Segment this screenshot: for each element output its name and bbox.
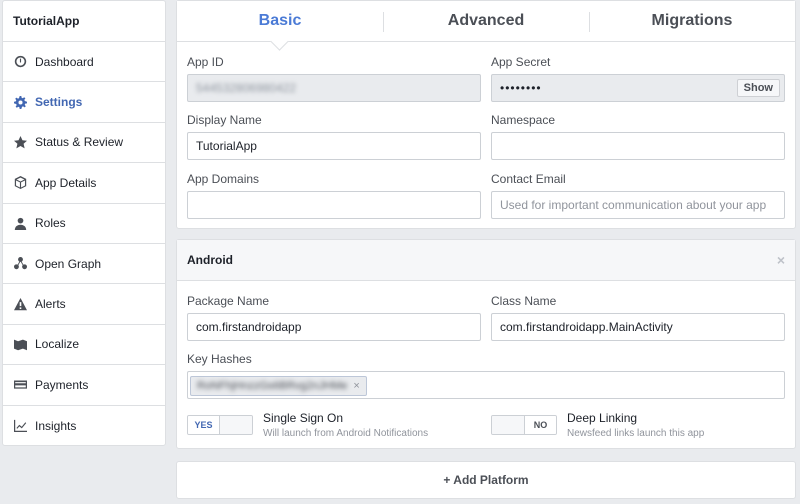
sidebar-item-dashboard[interactable]: Dashboard <box>3 42 165 83</box>
sidebar-item-app-details[interactable]: App Details <box>3 163 165 204</box>
sso-knob <box>220 416 252 434</box>
cube-icon <box>13 176 27 190</box>
tab-advanced[interactable]: Advanced <box>383 1 589 41</box>
namespace-label: Namespace <box>491 113 556 127</box>
settings-tabs: Basic Advanced Migrations <box>177 1 795 42</box>
key-hash-value: RoNFhjHnzzGs6BRvg2nJHMe <box>197 380 348 392</box>
map-icon <box>13 337 27 351</box>
package-name-field[interactable]: com.firstandroidapp <box>187 313 481 341</box>
class-name-field[interactable]: com.firstandroidapp.MainActivity <box>491 313 785 341</box>
sidebar-item-insights[interactable]: Insights <box>3 406 165 446</box>
sso-subtitle: Will launch from Android Notifications <box>263 428 429 439</box>
app-id-label: App ID <box>187 55 224 69</box>
star-icon <box>13 135 27 149</box>
app-secret-field[interactable]: •••••••• Show <box>491 74 785 102</box>
person-icon <box>13 216 27 230</box>
deep-linking-toggle[interactable]: NO <box>491 415 557 435</box>
android-title: Android <box>187 253 233 267</box>
sidebar-item-label: Dashboard <box>35 54 94 69</box>
sidebar-item-label: Open Graph <box>35 256 102 271</box>
class-name-label: Class Name <box>491 294 557 308</box>
basic-settings-panel: Basic Advanced Migrations App ID 5445328… <box>176 0 796 229</box>
sso-state: YES <box>188 416 221 434</box>
gear-icon <box>13 95 27 109</box>
deep-linking-subtitle: Newsfeed links launch this app <box>567 428 705 439</box>
sidebar-item-open-graph[interactable]: Open Graph <box>3 244 165 285</box>
sidebar-item-roles[interactable]: Roles <box>3 204 165 244</box>
sidebar-item-status-review[interactable]: Status & Review <box>3 123 165 164</box>
app-domains-label: App Domains <box>187 172 260 186</box>
sidebar-item-label: Alerts <box>35 297 66 312</box>
sidebar: TutorialApp Dashboard Settings Status & … <box>2 0 166 446</box>
sidebar-item-settings[interactable]: Settings <box>3 82 165 123</box>
key-hash-chip: RoNFhjHnzzGs6BRvg2nJHMe × <box>190 376 367 396</box>
chart-icon <box>13 419 27 433</box>
display-name-label: Display Name <box>187 113 262 127</box>
sidebar-item-localize[interactable]: Localize <box>3 325 165 366</box>
app-name: TutorialApp <box>3 1 165 42</box>
app-secret-label: App Secret <box>491 55 551 69</box>
android-platform-panel: Android × Package Name com.firstandroida… <box>176 239 796 449</box>
sidebar-item-label: Localize <box>35 337 80 352</box>
namespace-field[interactable] <box>491 132 785 160</box>
graph-icon <box>13 257 27 271</box>
app-secret-value: •••••••• <box>500 81 542 95</box>
warning-icon <box>13 297 27 311</box>
sidebar-item-payments[interactable]: Payments <box>3 365 165 406</box>
tab-migrations[interactable]: Migrations <box>589 1 795 41</box>
close-icon[interactable]: × <box>777 252 785 268</box>
sidebar-item-label: Status & Review <box>35 135 124 150</box>
tab-basic[interactable]: Basic <box>177 1 383 41</box>
show-secret-button[interactable]: Show <box>736 79 780 97</box>
deep-linking-state: NO <box>523 416 556 434</box>
sidebar-item-label: Roles <box>35 216 66 231</box>
sidebar-item-label: Settings <box>35 95 83 110</box>
add-platform-button[interactable]: + Add Platform <box>176 461 796 499</box>
sso-title: Single Sign On <box>263 411 344 425</box>
contact-email-label: Contact Email <box>491 172 566 186</box>
dashboard-icon <box>13 55 27 69</box>
card-icon <box>13 378 27 392</box>
sidebar-item-alerts[interactable]: Alerts <box>3 284 165 325</box>
sidebar-item-label: App Details <box>35 175 97 190</box>
contact-email-field[interactable]: Used for important communication about y… <box>491 191 785 219</box>
package-name-label: Package Name <box>187 294 270 308</box>
display-name-field[interactable]: TutorialApp <box>187 132 481 160</box>
app-domains-field[interactable] <box>187 191 481 219</box>
single-sign-on-toggle[interactable]: YES <box>187 415 253 435</box>
sidebar-item-label: Payments <box>35 377 89 392</box>
deep-linking-knob <box>492 416 524 434</box>
key-hashes-label: Key Hashes <box>187 352 252 366</box>
android-header: Android × <box>177 240 795 281</box>
key-hashes-field[interactable]: RoNFhjHnzzGs6BRvg2nJHMe × <box>187 371 785 399</box>
deep-linking-title: Deep Linking <box>567 411 638 425</box>
app-id-field[interactable]: 544532806980422 <box>187 74 481 102</box>
remove-hash-icon[interactable]: × <box>353 377 359 395</box>
sidebar-item-label: Insights <box>35 418 77 433</box>
